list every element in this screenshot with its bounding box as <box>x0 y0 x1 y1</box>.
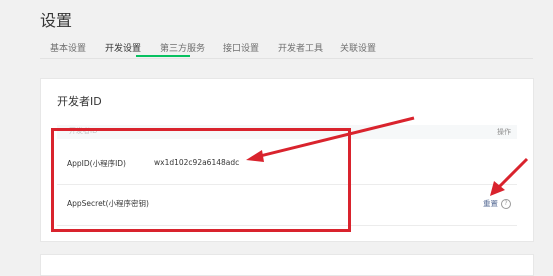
annotation-arrows <box>246 116 529 196</box>
annotation-arrow-appid <box>251 116 415 160</box>
annotation-arrowhead-appid <box>246 150 264 162</box>
